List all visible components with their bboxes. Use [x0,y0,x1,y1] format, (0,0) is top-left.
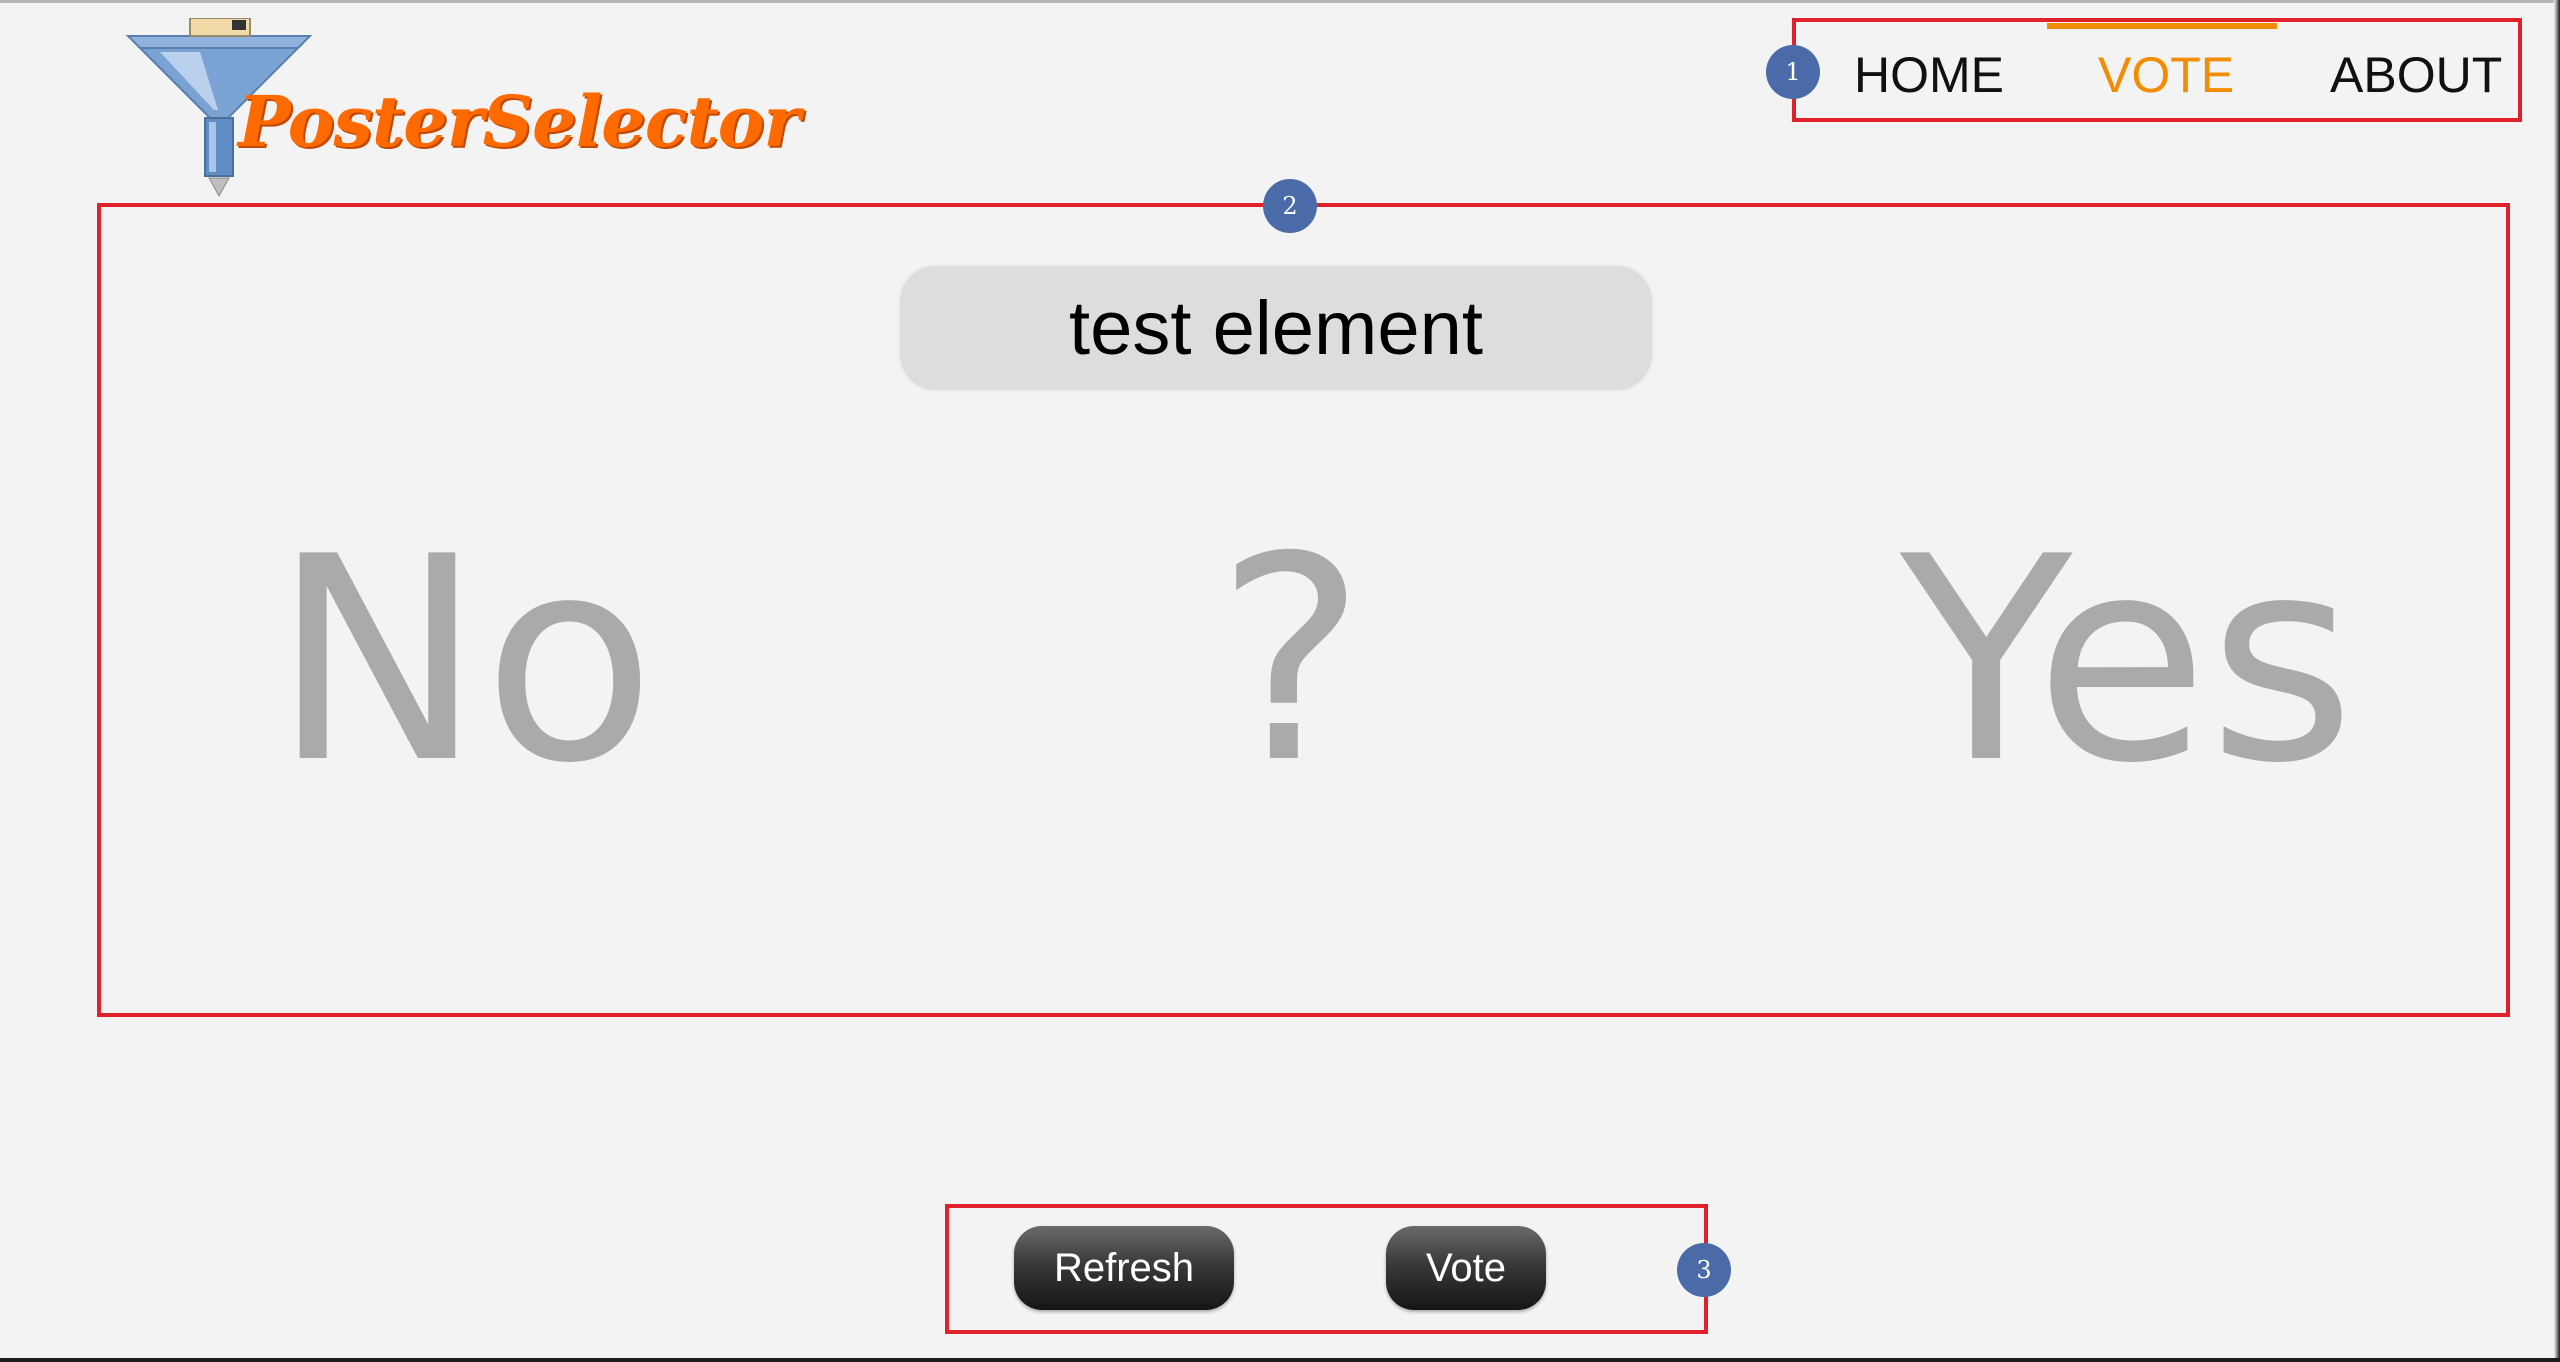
vote-button[interactable]: Vote [1386,1226,1546,1310]
logo-text: PosterSelector [238,80,800,163]
nav-item-vote[interactable]: VOTE [2098,46,2234,104]
annotation-badge-2: 2 [1263,179,1317,233]
nav-active-indicator [2047,23,2277,29]
main-nav: HOME VOTE ABOUT [1792,18,2522,122]
window-top-border [0,0,2560,3]
choice-unsure[interactable]: ? [1216,520,1366,802]
window-bottom-border [0,1358,2560,1362]
brand-logo[interactable]: PosterSelector [120,18,800,208]
annotation-badge-3: 3 [1677,1243,1731,1297]
nav-item-home[interactable]: HOME [1854,46,2004,104]
choice-no[interactable]: No [272,520,655,802]
nav-item-about[interactable]: ABOUT [2330,46,2502,104]
element-title: test element [898,264,1654,392]
choice-yes[interactable]: Yes [1900,520,2355,802]
window-right-border [2554,0,2560,1362]
refresh-button[interactable]: Refresh [1014,1226,1234,1310]
